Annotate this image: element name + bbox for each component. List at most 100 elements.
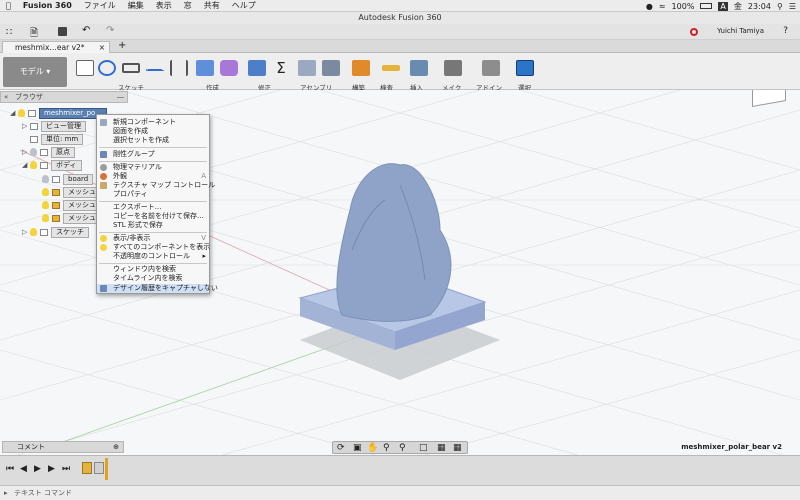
first-frame-icon[interactable]: ⏮	[6, 464, 14, 474]
tree-view-management[interactable]: ▷ ビュー管理	[22, 121, 86, 132]
menu-window[interactable]: 窓	[178, 0, 198, 11]
menu-help[interactable]: ヘルプ	[226, 0, 262, 11]
menubar-clock[interactable]: 23:04	[748, 2, 771, 11]
visibility-bulb-icon[interactable]	[42, 201, 49, 209]
zoom-icon[interactable]: ⚲	[383, 443, 390, 453]
select-icon[interactable]	[516, 60, 534, 76]
tree-units[interactable]: 単位: mm	[30, 134, 84, 145]
menu-item-save-as-stl[interactable]: STL 形式で保存	[97, 221, 209, 230]
tree-bodies[interactable]: ◢ ボディ	[22, 160, 82, 171]
status-dot-icon[interactable]: ●	[646, 2, 653, 11]
menu-item-find-in-timeline[interactable]: タイムライン内を検索	[97, 274, 209, 283]
expand-icon[interactable]: ▷	[22, 121, 30, 132]
arc-icon[interactable]	[98, 60, 116, 76]
previous-step-icon[interactable]: ◀	[20, 464, 27, 474]
apple-icon[interactable]: 	[0, 1, 17, 10]
workspace-switcher[interactable]: モデル ▾	[3, 57, 67, 87]
save-icon[interactable]	[58, 27, 67, 36]
menu-item-rigid-group[interactable]: 剛性グループ	[97, 150, 209, 159]
menu-item-create-selection-set[interactable]: 選択セットを作成	[97, 136, 209, 145]
tree-origin[interactable]: ▷ 原点	[22, 147, 75, 158]
expand-icon[interactable]: ▷	[22, 227, 30, 238]
plane-icon[interactable]	[352, 60, 370, 76]
trim-icon[interactable]	[146, 69, 164, 71]
fit-icon[interactable]: ⚲	[399, 443, 406, 453]
menu-item-show-hide[interactable]: 表示/非表示 V	[97, 234, 209, 243]
tree-sketches[interactable]: ▷ スケッチ	[22, 227, 89, 238]
menu-item-physical-material[interactable]: 物理マテリアル	[97, 163, 209, 172]
visibility-bulb-icon[interactable]	[42, 175, 49, 183]
tree-mesh-2[interactable]: メッシュ	[42, 200, 101, 211]
insert-image-icon[interactable]	[410, 60, 428, 76]
dimension-icon[interactable]	[170, 60, 188, 76]
menu-item-opacity-control[interactable]: 不透明度のコントロール ▸	[97, 252, 209, 261]
timeline-feature-mesh[interactable]	[82, 462, 92, 474]
menu-item-new-component[interactable]: 新規コンポーネント	[97, 118, 209, 127]
visibility-bulb-icon[interactable]	[18, 109, 25, 117]
menu-item-create-drawing[interactable]: 図面を作成	[97, 127, 209, 136]
undo-icon[interactable]: ↶	[82, 25, 90, 36]
press-pull-icon[interactable]	[248, 60, 266, 76]
expand-icon[interactable]: ◢	[22, 160, 30, 171]
expand-icon[interactable]: ◢	[10, 108, 18, 119]
grid-settings-icon[interactable]: ▦	[437, 443, 446, 453]
menu-view[interactable]: 表示	[150, 0, 178, 11]
record-icon[interactable]	[690, 28, 698, 36]
orbit-icon[interactable]: ⟳	[337, 443, 345, 453]
next-step-icon[interactable]: ▶	[48, 464, 55, 474]
menubar-day[interactable]: 金	[734, 1, 742, 12]
input-source-icon[interactable]: A	[718, 1, 728, 11]
sketch-icon[interactable]	[76, 60, 94, 76]
display-settings-icon[interactable]: □	[419, 443, 428, 453]
battery-percent[interactable]: 100%	[672, 2, 695, 11]
addins-icon[interactable]	[482, 60, 500, 76]
extrude-icon[interactable]	[196, 60, 214, 76]
grid-menu-icon[interactable]: ∷	[6, 27, 12, 38]
comments-panel-header[interactable]: コメント ⊕	[2, 441, 124, 453]
redo-icon[interactable]: ↷	[106, 25, 114, 36]
text-command-bar[interactable]: ▸ テキスト コマンド	[0, 485, 800, 500]
menu-item-appearance[interactable]: 外観 A	[97, 172, 209, 181]
list-icon[interactable]: ☰	[789, 2, 796, 11]
joint-icon[interactable]	[298, 60, 316, 76]
menu-item-show-all-components[interactable]: すべてのコンポーネントを表示	[97, 243, 210, 252]
timeline-feature-body[interactable]	[94, 462, 104, 474]
tree-mesh-1[interactable]: メッシュ	[42, 187, 101, 198]
sum-icon[interactable]: Σ	[272, 60, 290, 76]
help-icon[interactable]: ?	[783, 26, 788, 36]
pan-icon[interactable]: ✋	[367, 443, 378, 453]
menu-item-export[interactable]: エクスポート...	[97, 203, 209, 212]
menu-edit[interactable]: 編集	[122, 0, 150, 11]
app-menu[interactable]: Fusion 360	[17, 1, 78, 10]
menu-share[interactable]: 共有	[198, 0, 226, 11]
wifi-icon[interactable]: ≈	[659, 2, 666, 11]
measure-icon[interactable]	[382, 65, 400, 71]
tree-board[interactable]: board	[42, 174, 94, 185]
browser-header[interactable]: « ブラウザ ―	[0, 91, 128, 103]
menu-item-properties[interactable]: プロパティ	[97, 190, 209, 199]
document-tab[interactable]: meshmix…ear v2* ×	[2, 41, 110, 53]
polar-bear-mesh[interactable]	[336, 163, 452, 322]
look-at-icon[interactable]: ▣	[353, 443, 362, 453]
battery-icon[interactable]	[700, 3, 713, 9]
tree-root[interactable]: ◢ meshmixer_po…	[10, 108, 108, 119]
play-icon[interactable]: ▶	[34, 464, 41, 474]
form-icon[interactable]	[220, 60, 238, 76]
timeline-marker[interactable]	[105, 458, 108, 480]
menu-item-do-not-capture-history[interactable]: デザイン履歴をキャプチャしない	[97, 284, 218, 293]
expand-icon[interactable]: ▷	[22, 147, 30, 158]
visibility-bulb-icon[interactable]	[30, 161, 37, 169]
menu-item-save-copy-as[interactable]: コピーを名前を付けて保存...	[97, 212, 209, 221]
menu-item-find-in-window[interactable]: ウィンドウ内を検索	[97, 265, 209, 274]
last-frame-icon[interactable]: ⏭	[62, 464, 70, 474]
search-icon[interactable]: ⚲	[777, 2, 783, 11]
visibility-bulb-icon[interactable]	[42, 214, 49, 222]
visibility-bulb-icon[interactable]	[30, 148, 37, 156]
menu-file[interactable]: ファイル	[78, 0, 122, 11]
add-comment-icon[interactable]: ⊕	[113, 442, 119, 452]
visibility-bulb-icon[interactable]	[42, 188, 49, 196]
user-account[interactable]: Yuichi Tamiya	[717, 27, 764, 35]
tree-mesh-3[interactable]: メッシュ	[42, 213, 101, 224]
menu-item-texture-map-controls[interactable]: テクスチャ マップ コントロール	[97, 181, 215, 190]
viewports-icon[interactable]: ▦	[453, 443, 462, 453]
